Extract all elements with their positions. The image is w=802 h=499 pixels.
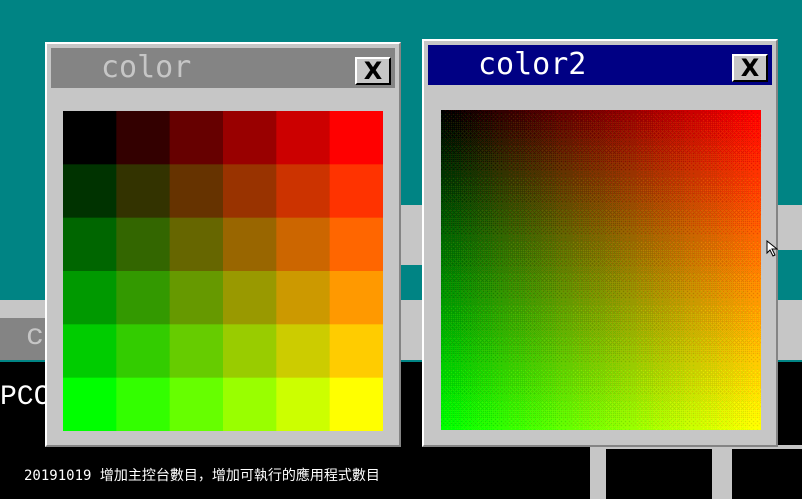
- close-button[interactable]: X: [732, 54, 768, 82]
- color-cell: [276, 111, 331, 165]
- color-cell: [276, 324, 331, 379]
- color-cell: [329, 164, 384, 219]
- color-cell: [329, 217, 384, 272]
- color-cell: [223, 164, 277, 219]
- color-cell: [116, 217, 171, 272]
- color-cell: [223, 324, 277, 379]
- color-cell: [169, 164, 224, 219]
- window-color[interactable]: color X: [45, 42, 401, 447]
- color-cell: [116, 377, 171, 432]
- color-cell: [329, 111, 384, 165]
- color-cell: [223, 111, 277, 165]
- color-grid: [63, 111, 384, 432]
- color-cell: [63, 324, 117, 379]
- color-cell: [63, 217, 117, 272]
- close-button[interactable]: X: [355, 57, 391, 85]
- color-cell: [63, 164, 117, 219]
- window-color2-titlebar[interactable]: color2 X: [428, 45, 772, 85]
- color-cell: [169, 324, 224, 379]
- color-cell: [116, 164, 171, 219]
- color-cell: [63, 377, 117, 432]
- color-cell: [63, 271, 117, 325]
- color-cell: [63, 111, 117, 165]
- color-cell: [116, 271, 171, 325]
- color-cell: [116, 324, 171, 379]
- color-cell: [329, 324, 384, 379]
- background-window-title: c: [26, 320, 45, 354]
- color-cell: [169, 111, 224, 165]
- color-grid-svg: [63, 111, 384, 432]
- window-color-titlebar[interactable]: color X: [51, 48, 395, 88]
- window-color2[interactable]: color2 X: [422, 39, 778, 447]
- color-cell: [329, 377, 384, 432]
- console-text: PCC: [0, 382, 51, 413]
- gradient-canvas: [441, 110, 761, 430]
- color-cell: [169, 271, 224, 325]
- color-cell: [116, 111, 171, 165]
- color-cell: [276, 217, 331, 272]
- color-cell: [276, 377, 331, 432]
- color-cell: [223, 377, 277, 432]
- taskbar-gap-2: [732, 449, 802, 499]
- taskbar-gap-1: [606, 449, 712, 499]
- color-cell: [276, 271, 331, 325]
- window-color-title: color: [101, 50, 192, 85]
- color-cell: [169, 217, 224, 272]
- window-color2-title: color2: [478, 47, 587, 82]
- color-cell: [276, 164, 331, 219]
- color-cell: [223, 271, 277, 325]
- gradient-canvas-drawing: [441, 110, 761, 430]
- color-cell: [169, 377, 224, 432]
- status-text: 20191019 增加主控台數目，增加可執行的應用程式數目: [24, 468, 380, 484]
- mouse-pointer-icon: [766, 240, 779, 257]
- color-cell: [329, 271, 384, 325]
- color-cell: [223, 217, 277, 272]
